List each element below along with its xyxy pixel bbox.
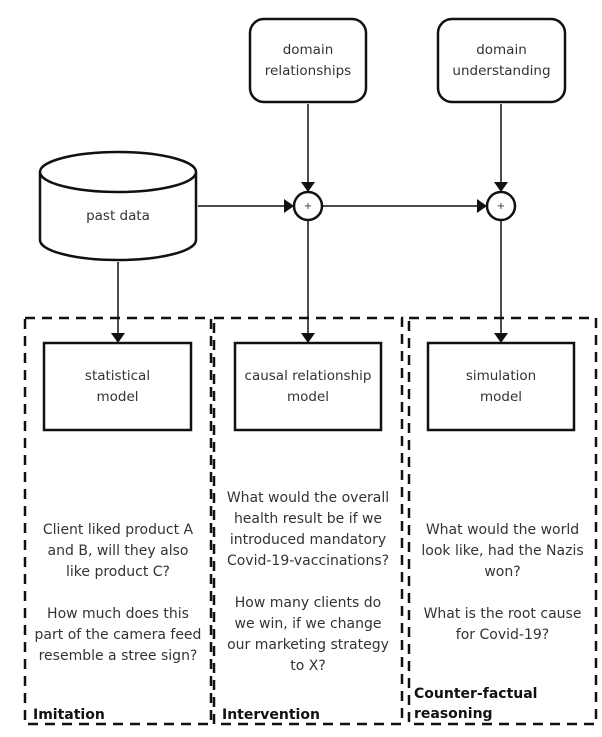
- question-imitation-1: Client liked product A and B, will they …: [42, 522, 194, 580]
- question-intervention-2: How many clients do we win, if we change…: [227, 595, 389, 674]
- domain-understanding-label: domain understanding: [452, 41, 551, 79]
- question-counterfactual-1: What would the world look like, had the …: [421, 522, 584, 580]
- question-counterfactual-2: What is the root cause for Covid-19?: [423, 606, 582, 643]
- category-intervention: Intervention: [222, 707, 320, 723]
- simulation-model-label: simulation model: [465, 367, 537, 405]
- question-imitation-2: How much does this part of the camera fe…: [34, 606, 202, 664]
- question-intervention-1: What would the overall health result be …: [226, 490, 390, 569]
- causal-model-label: causal relationship model: [244, 367, 372, 405]
- plus-icon: +: [303, 200, 313, 212]
- statistical-model-label: statistical model: [84, 367, 151, 405]
- category-counterfactual: Counter-factual reasoning: [414, 686, 538, 722]
- diagram: domain relationships domain understandin…: [0, 0, 602, 737]
- domain-relationships-label: domain relationships: [264, 41, 352, 79]
- category-imitation: Imitation: [33, 707, 105, 723]
- past-data-label: past data: [86, 207, 150, 224]
- plus-icon: +: [496, 200, 506, 212]
